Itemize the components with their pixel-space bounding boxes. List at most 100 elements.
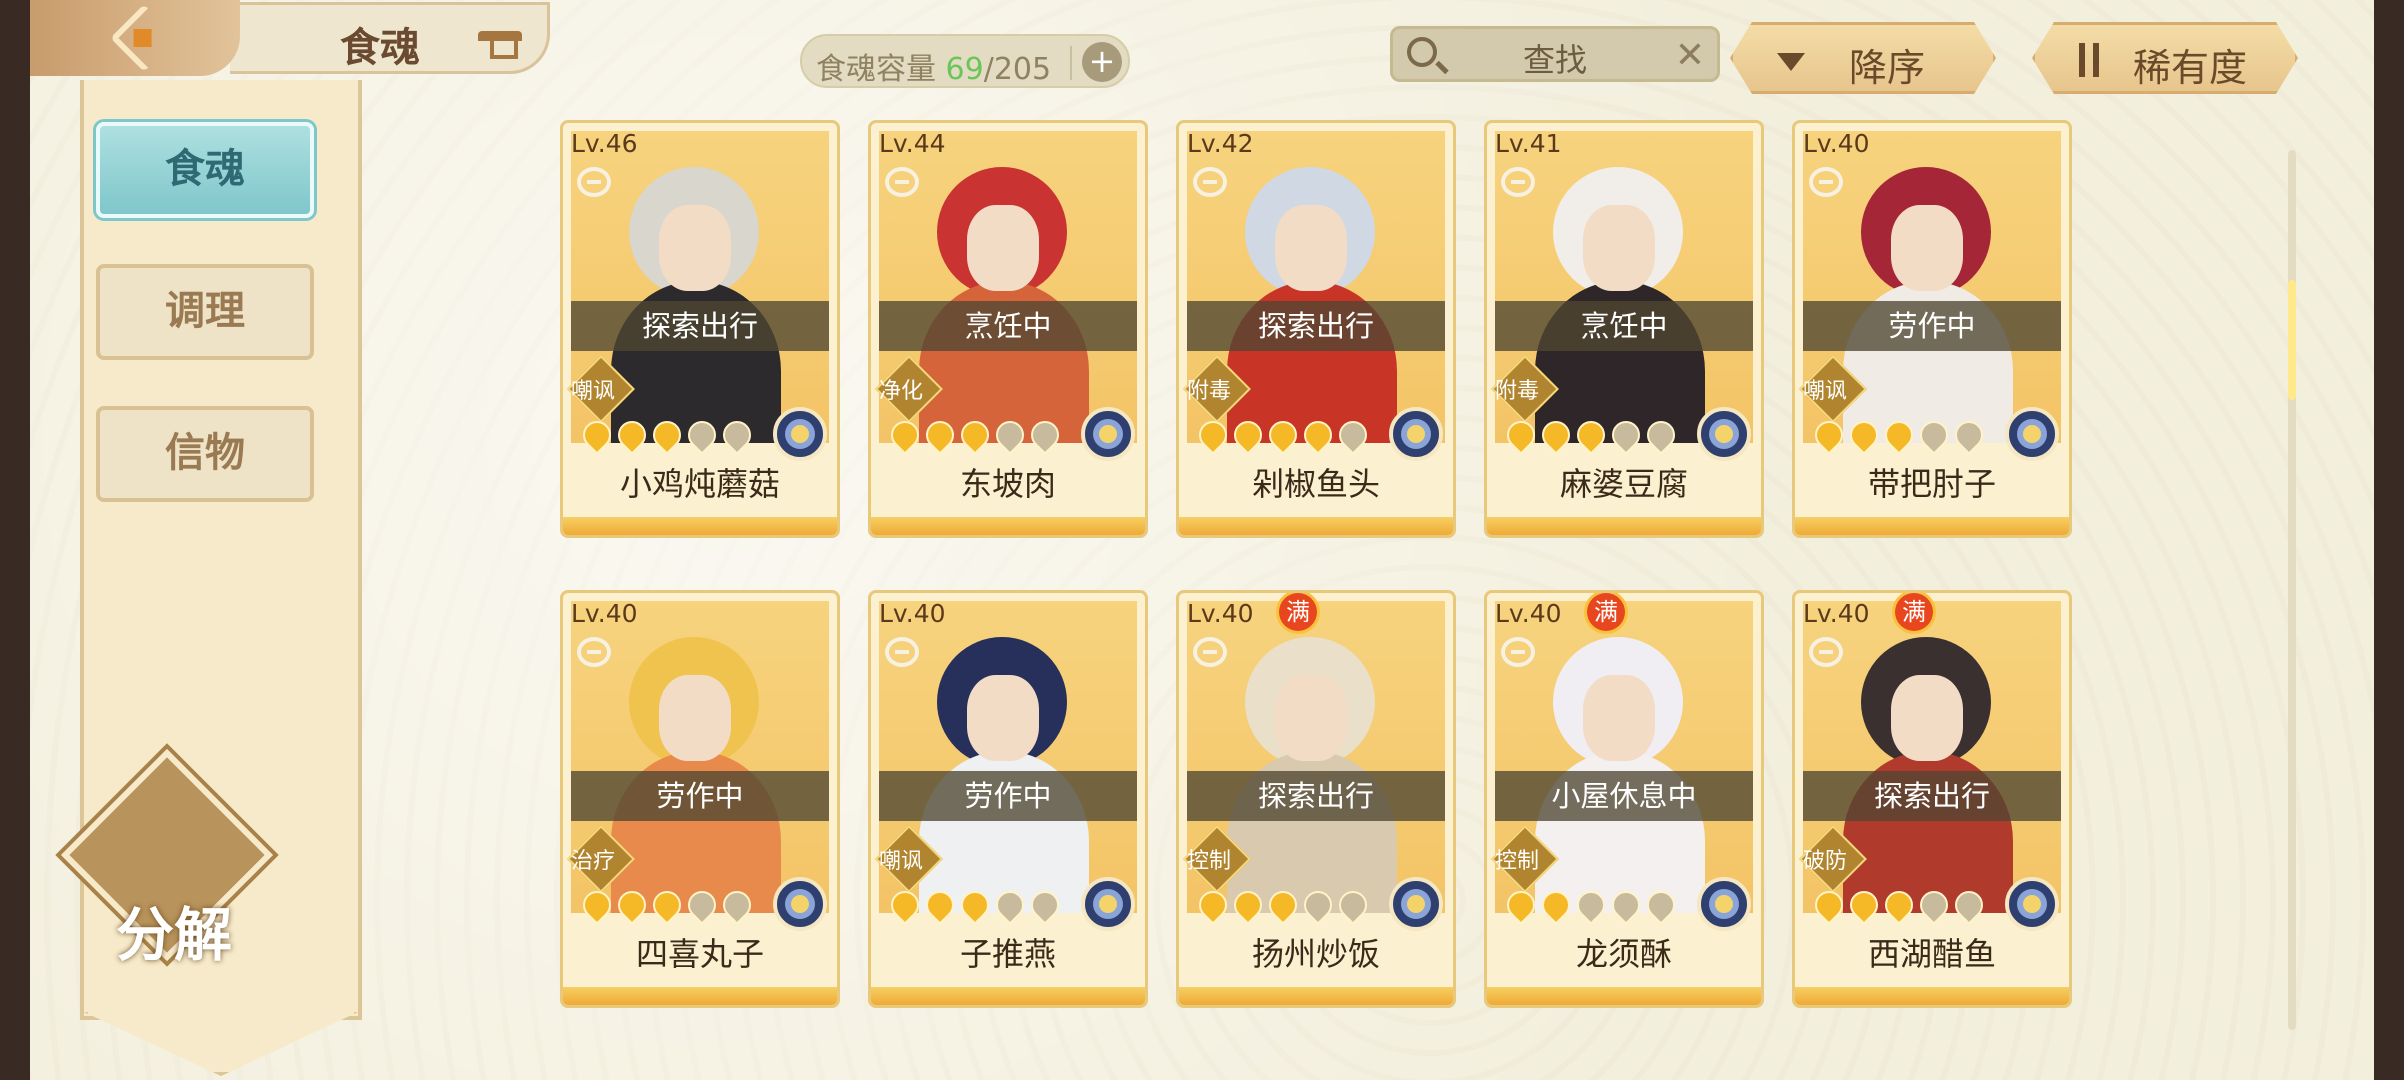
tab-keepsake[interactable]: 信物 bbox=[96, 406, 314, 502]
status-label: 探索出行 bbox=[1187, 301, 1445, 351]
food-soul-card[interactable]: Lv.41 烹饪中 附毒 麻婆豆腐 bbox=[1484, 120, 1764, 538]
food-soul-card[interactable]: Lv.40 劳作中 治疗 四喜丸子 bbox=[560, 590, 840, 1008]
star-icon bbox=[885, 885, 925, 925]
star-rating bbox=[1501, 885, 1682, 925]
element-badge-icon bbox=[1081, 877, 1135, 931]
ring-icon bbox=[1193, 167, 1227, 197]
status-label: 劳作中 bbox=[879, 771, 1137, 821]
back-arrow-icon bbox=[110, 4, 178, 72]
max-level-badge: 满 bbox=[1587, 593, 1625, 631]
sort-by-button[interactable]: 稀有度 bbox=[2032, 22, 2298, 94]
max-level-badge: 满 bbox=[1895, 593, 1933, 631]
element-badge-icon bbox=[2005, 877, 2059, 931]
character-name: 剁椒鱼头 bbox=[1251, 465, 1380, 503]
max-level-badge: 满 bbox=[1279, 593, 1317, 631]
star-icon bbox=[1228, 415, 1268, 455]
star-icon bbox=[612, 415, 652, 455]
star-icon bbox=[920, 885, 960, 925]
character-name: 麻婆豆腐 bbox=[1559, 465, 1688, 503]
home-icon[interactable] bbox=[478, 23, 522, 59]
status-label: 探索出行 bbox=[1803, 771, 2061, 821]
star-icon bbox=[717, 885, 757, 925]
food-soul-card[interactable]: Lv.46 探索出行 嘲讽 小鸡炖蘑菇 bbox=[560, 120, 840, 538]
food-soul-card[interactable]: Lv.40 满小屋休息中 控制 龙须酥 bbox=[1484, 590, 1764, 1008]
food-soul-card[interactable]: Lv.44 烹饪中 净化 东坡肉 bbox=[868, 120, 1148, 538]
character-face bbox=[1275, 205, 1347, 291]
character-face bbox=[1891, 675, 1963, 761]
star-rating bbox=[885, 885, 1066, 925]
star-icon bbox=[955, 885, 995, 925]
level-label: Lv.40 bbox=[571, 599, 638, 628]
back-button[interactable] bbox=[30, 0, 240, 76]
tab-food-soul[interactable]: 食魂 bbox=[96, 122, 314, 218]
decompose-label[interactable]: 分解 bbox=[64, 888, 284, 972]
status-label: 探索出行 bbox=[571, 301, 829, 351]
ring-icon bbox=[885, 637, 919, 667]
star-icon bbox=[1536, 885, 1576, 925]
trait-label: 嘲讽 bbox=[571, 379, 616, 404]
capacity-display: 食魂容量 69/205 + bbox=[800, 34, 1130, 88]
food-soul-card[interactable]: Lv.40 满探索出行 控制 扬州炒饭 bbox=[1176, 590, 1456, 1008]
character-name: 小鸡炖蘑菇 bbox=[619, 465, 780, 503]
character-face bbox=[1583, 675, 1655, 761]
ring-icon bbox=[577, 167, 611, 197]
sort-order-label: 降序 bbox=[1849, 46, 1926, 90]
scrollbar[interactable] bbox=[2288, 150, 2296, 1030]
trait-label: 嘲讽 bbox=[879, 849, 924, 874]
trait-label: 附毒 bbox=[1495, 379, 1540, 404]
star-icon bbox=[1193, 885, 1233, 925]
trait-label: 破防 bbox=[1803, 849, 1848, 874]
star-icon bbox=[1844, 885, 1884, 925]
sort-triangle-icon bbox=[1777, 53, 1805, 71]
search-icon bbox=[1407, 37, 1437, 67]
character-face bbox=[967, 205, 1039, 291]
star-icon bbox=[1949, 885, 1989, 925]
ring-icon bbox=[1193, 637, 1227, 667]
star-rating bbox=[885, 415, 1066, 455]
clear-icon[interactable]: ✕ bbox=[1675, 35, 1705, 76]
expand-capacity-button[interactable]: + bbox=[1082, 42, 1122, 82]
star-icon bbox=[920, 415, 960, 455]
card-grid: Lv.46 探索出行 嘲讽 小鸡炖蘑菇 Lv.44 烹饪中 净化 东坡肉 Lv.42 探索出行 附毒… bbox=[560, 120, 2120, 1010]
star-icon bbox=[955, 415, 995, 455]
element-badge-icon bbox=[1081, 407, 1135, 461]
ring-icon bbox=[885, 167, 919, 197]
title-plate: 食魂 bbox=[230, 2, 550, 74]
character-face bbox=[1891, 205, 1963, 291]
star-icon bbox=[885, 415, 925, 455]
trait-label: 治疗 bbox=[571, 849, 616, 874]
trait-badge: 破防 bbox=[1801, 831, 1861, 887]
star-icon bbox=[1606, 415, 1646, 455]
star-icon bbox=[717, 415, 757, 455]
food-soul-card[interactable]: Lv.40 劳作中 嘲讽 子推燕 bbox=[868, 590, 1148, 1008]
character-face bbox=[967, 675, 1039, 761]
scroll-thumb[interactable] bbox=[2288, 280, 2296, 400]
ring-icon bbox=[577, 637, 611, 667]
sort-order-button[interactable]: 降序 bbox=[1730, 22, 1996, 94]
sort-by-label: 稀有度 bbox=[2133, 46, 2248, 90]
food-soul-card[interactable]: Lv.40 满探索出行 破防 西湖醋鱼 bbox=[1792, 590, 2072, 1008]
food-soul-card[interactable]: Lv.42 探索出行 附毒 剁椒鱼头 bbox=[1176, 120, 1456, 538]
level-label: Lv.40 bbox=[879, 599, 946, 628]
star-icon bbox=[1193, 415, 1233, 455]
star-rating bbox=[1193, 415, 1374, 455]
search-input[interactable]: 查找 ✕ bbox=[1390, 26, 1720, 82]
element-badge-icon bbox=[1697, 407, 1751, 461]
star-icon bbox=[682, 885, 722, 925]
capacity-max: /205 bbox=[983, 52, 1052, 87]
level-label: Lv.40 bbox=[1803, 129, 1870, 158]
star-rating bbox=[1809, 415, 1990, 455]
food-soul-card[interactable]: Lv.40 劳作中 嘲讽 带把肘子 bbox=[1792, 120, 2072, 538]
star-icon bbox=[647, 885, 687, 925]
tab-cooking[interactable]: 调理 bbox=[96, 264, 314, 360]
star-icon bbox=[1641, 885, 1681, 925]
ring-icon bbox=[1809, 637, 1843, 667]
swap-icon bbox=[2075, 43, 2105, 77]
divider bbox=[1070, 46, 1072, 80]
level-label: Lv.40 bbox=[1187, 599, 1254, 628]
character-name: 东坡肉 bbox=[959, 465, 1056, 503]
game-screen: 食魂 食魂容量 69/205 + 查找 ✕ 降序 稀有度 食魂 调理 信物 分解… bbox=[30, 0, 2374, 1080]
element-badge-icon bbox=[773, 877, 827, 931]
status-label: 小屋休息中 bbox=[1495, 771, 1753, 821]
character-name: 带把肘子 bbox=[1867, 465, 1996, 503]
